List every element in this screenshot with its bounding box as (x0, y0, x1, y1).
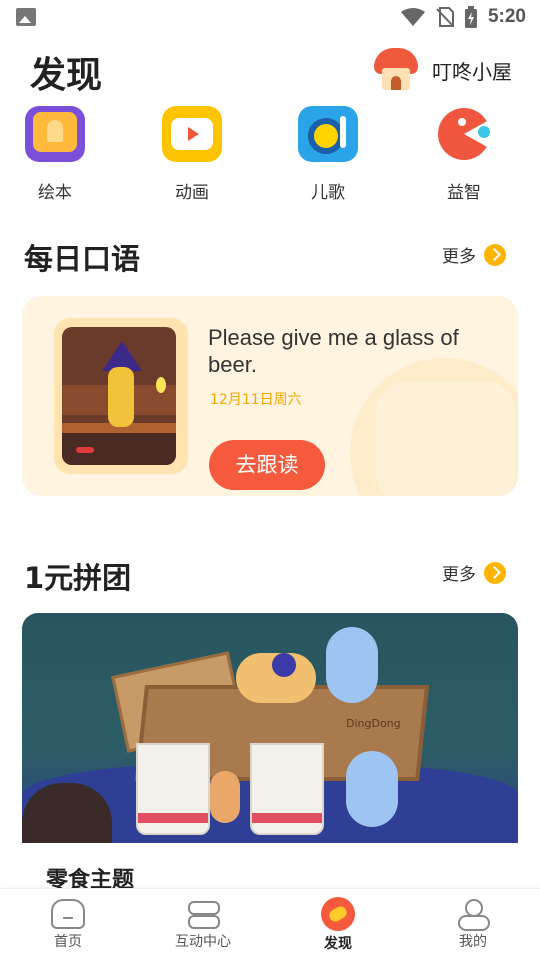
nav-label: 发现 (324, 936, 352, 952)
svg-text:DingDong: DingDong (346, 717, 401, 730)
category-label: 动画 (175, 183, 209, 203)
mouse-character (326, 627, 378, 703)
discover-icon (321, 897, 355, 931)
page-title: 发现 (30, 55, 103, 96)
category-animation[interactable]: 动画 (152, 106, 232, 203)
picture-book-icon (25, 106, 85, 162)
image-notification-icon (16, 8, 36, 26)
category-picture-book[interactable]: 绘本 (15, 106, 95, 203)
group-buy-more-link[interactable]: 更多 (442, 560, 506, 585)
nav-item-mine[interactable]: 我的 (428, 899, 518, 951)
decorative-glass-shape (376, 382, 516, 496)
daily-section-title: 每日口语 (24, 242, 141, 276)
group-buy-section-title: 1元拼团 (24, 561, 132, 595)
status-icons: 5:20 (400, 6, 526, 28)
no-sim-icon (436, 7, 454, 27)
puzzle-pacman-icon (434, 106, 494, 162)
home-icon (51, 899, 85, 929)
nav-item-discover[interactable]: 发现 (293, 897, 383, 953)
house-icon[interactable] (374, 48, 418, 90)
daily-date: 12月11日周六 (210, 392, 302, 408)
wifi-icon (400, 8, 425, 26)
category-label: 绘本 (38, 183, 72, 203)
clock-time: 5:20 (487, 6, 526, 27)
nav-label: 首页 (54, 934, 82, 950)
snack-theme-banner[interactable]: DingDong (22, 613, 518, 843)
daily-more-link[interactable]: 更多 (442, 242, 506, 267)
category-label: 益智 (447, 183, 481, 203)
chevron-right-icon (484, 243, 506, 266)
bottom-navigation: 首页 互动中心 发现 我的 (0, 888, 540, 960)
chevron-right-icon (484, 561, 506, 584)
house-link-label[interactable]: 叮咚小屋 (432, 56, 512, 85)
nav-item-home[interactable]: 首页 (23, 899, 113, 951)
nav-item-interaction-center[interactable]: 互动中心 (158, 899, 248, 951)
more-label: 更多 (442, 565, 476, 585)
music-disc-icon (298, 106, 358, 162)
daily-speaking-card[interactable]: Please give me a glass of beer. 12月11日周六… (22, 296, 518, 496)
nav-label: 互动中心 (175, 934, 231, 950)
user-icon (456, 899, 490, 931)
daily-sentence: Please give me a glass of beer. (208, 325, 459, 377)
category-puzzle[interactable]: 益智 (424, 106, 504, 203)
mouse-character (210, 771, 240, 823)
bar-scene-thumbnail (62, 327, 176, 465)
category-label: 儿歌 (311, 183, 345, 203)
battery-icon (464, 6, 477, 28)
animation-tv-icon (162, 106, 222, 162)
mouse-character (346, 751, 398, 827)
nav-label: 我的 (459, 934, 487, 950)
follow-read-button[interactable]: 去跟读 (209, 440, 325, 490)
category-songs[interactable]: 儿歌 (288, 106, 368, 203)
status-bar: 5:20 (0, 0, 540, 36)
more-label: 更多 (442, 247, 476, 267)
stack-icon (186, 899, 220, 929)
basket-brand-text: DingDong (346, 717, 401, 730)
